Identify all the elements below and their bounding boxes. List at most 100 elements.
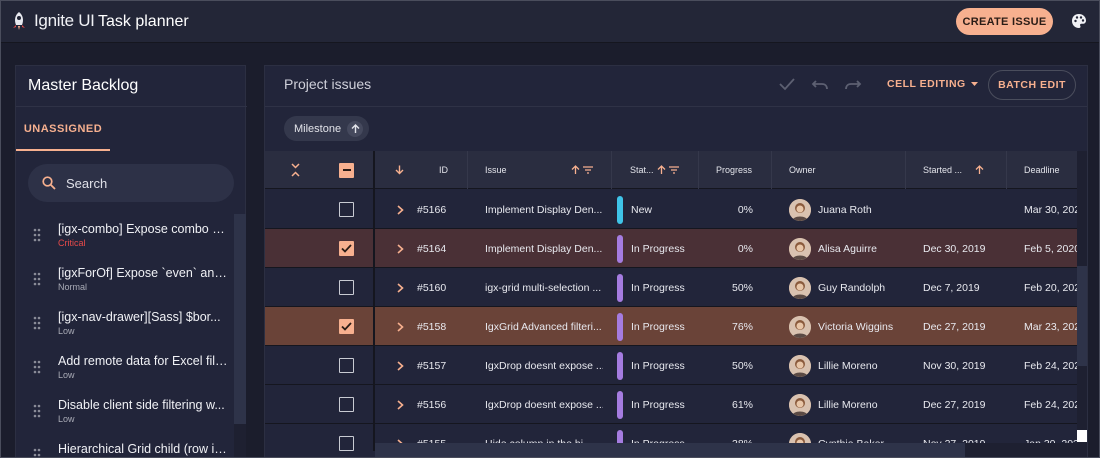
table-row[interactable]: #5156 IgxDrop doesnt expose ... In Progres… — [265, 385, 1077, 424]
row-checkbox[interactable] — [339, 424, 354, 451]
table-row[interactable]: #5164 Implement Display Den... In Progress… — [265, 229, 1077, 268]
sort-ascending-icon[interactable] — [347, 120, 364, 137]
column-header-started[interactable]: Started ... — [923, 151, 962, 189]
search-input[interactable]: Search — [28, 164, 234, 202]
backlog-item[interactable]: [igxForOf] Expose `even` and ... Normal — [16, 258, 235, 302]
collapse-all-icon[interactable] — [287, 151, 303, 189]
owner-cell[interactable]: Victoria Wiggins — [789, 307, 893, 346]
owner-cell[interactable]: Juana Roth — [789, 190, 872, 229]
drag-handle-icon[interactable] — [33, 228, 41, 242]
started-date[interactable]: Dec 27, 2019 — [923, 385, 985, 424]
owner-cell[interactable]: Lillie Moreno — [789, 346, 878, 385]
deadline-date[interactable]: Feb 24, 2020 — [1024, 346, 1077, 385]
progress-value[interactable]: 50% — [713, 346, 753, 385]
issue-title[interactable]: Implement Display Den... — [485, 229, 603, 268]
status-cell[interactable]: In Progress — [617, 229, 685, 268]
deadline-date[interactable]: Feb 24, 2020 — [1024, 385, 1077, 424]
column-header-id[interactable]: ID — [439, 151, 448, 189]
status-cell[interactable]: In Progress — [617, 268, 685, 307]
project-issues-panel: Project issues CELL EDITING BATCH EDIT M… — [264, 65, 1088, 457]
status-cell[interactable]: In Progress — [617, 307, 685, 346]
issue-title[interactable]: Implement Display Den... — [485, 190, 603, 229]
status-cell[interactable]: New — [617, 190, 652, 229]
expand-row-icon[interactable] — [397, 229, 404, 268]
grid-header: ID Issue Stat... Progress Owner Started … — [265, 151, 1077, 189]
started-date[interactable]: Dec 30, 2019 — [923, 229, 985, 268]
drag-handle-icon[interactable] — [33, 360, 41, 374]
deadline-date[interactable]: Feb 5, 2020 — [1024, 229, 1077, 268]
table-row[interactable]: #5158 IgxGrid Advanced filteri... In Progr… — [265, 307, 1077, 346]
select-all-checkbox[interactable] — [339, 151, 355, 189]
expand-row-icon[interactable] — [397, 190, 404, 229]
expand-row-icon[interactable] — [397, 268, 404, 307]
issue-title[interactable]: IgxGrid Advanced filteri... — [485, 307, 603, 346]
undo-icon[interactable] — [811, 77, 829, 91]
create-issue-button[interactable]: CREATE ISSUE — [956, 8, 1053, 35]
group-by-chip[interactable]: Milestone — [284, 116, 370, 141]
backlog-item[interactable]: [igx-nav-drawer][Sass] $bor... Low — [16, 302, 235, 346]
deadline-date[interactable]: Feb 20, 2020 — [1024, 268, 1077, 307]
started-sort-icon[interactable] — [975, 151, 984, 189]
drag-handle-icon[interactable] — [33, 272, 41, 286]
expand-sort-icon[interactable] — [395, 151, 404, 189]
progress-value[interactable]: 50% — [713, 268, 753, 307]
table-row[interactable]: #5157 IgxDrop doesnt expose ... In Progres… — [265, 346, 1077, 385]
expand-row-icon[interactable] — [397, 385, 404, 424]
backlog-item[interactable]: [igx-combo] Expose combo o... Critical — [16, 214, 235, 258]
check-icon[interactable] — [778, 77, 796, 91]
column-header-owner[interactable]: Owner — [789, 151, 816, 189]
backlog-scrollbar-thumb[interactable] — [234, 214, 246, 424]
progress-value[interactable]: 0% — [713, 190, 753, 229]
deadline-date[interactable]: Mar 23, 202 — [1024, 307, 1077, 346]
cell-editing-dropdown[interactable]: CELL EDITING — [887, 78, 978, 90]
row-checkbox[interactable] — [339, 346, 354, 385]
backlog-item[interactable]: Add remote data for Excel filt... Low — [16, 346, 235, 390]
grid-vertical-scrollbar-thumb[interactable] — [1077, 266, 1087, 366]
row-checkbox[interactable] — [339, 190, 354, 229]
row-checkbox[interactable] — [339, 385, 354, 424]
owner-name: Lillie Moreno — [818, 398, 878, 411]
started-date[interactable]: Dec 7, 2019 — [923, 268, 980, 307]
started-date[interactable]: Nov 30, 2019 — [923, 346, 985, 385]
backlog-item[interactable]: Disable client side filtering w... Low — [16, 390, 235, 434]
issue-title[interactable]: igx-grid multi-selection ... — [485, 268, 603, 307]
issue-id: #5157 — [417, 359, 447, 372]
owner-cell[interactable]: Guy Randolph — [789, 268, 885, 307]
redo-icon[interactable] — [844, 77, 862, 91]
expand-row-icon[interactable] — [397, 307, 404, 346]
progress-value[interactable]: 61% — [713, 385, 753, 424]
backlog-item[interactable]: Hierarchical Grid child (row is...High — [16, 434, 235, 458]
drag-handle-icon[interactable] — [33, 448, 41, 458]
column-header-status[interactable]: Stat... — [630, 151, 654, 189]
row-checkbox[interactable] — [339, 229, 354, 268]
status-cell[interactable]: In Progress — [617, 346, 685, 385]
column-header-issue[interactable]: Issue — [485, 151, 507, 189]
avatar — [789, 315, 811, 338]
owner-cell[interactable]: Lillie Moreno — [789, 385, 878, 424]
table-row[interactable]: #5166 Implement Display Den... New 0% Juana … — [265, 190, 1077, 229]
row-checkbox[interactable] — [339, 268, 354, 307]
drag-handle-icon[interactable] — [33, 316, 41, 330]
status-sort-filter-icon[interactable] — [657, 151, 679, 189]
brand-name: Ignite UI — [34, 11, 95, 30]
column-header-progress[interactable]: Progress — [716, 151, 752, 189]
tab-unassigned[interactable]: UNASSIGNED — [16, 108, 110, 151]
issue-sort-filter-icon[interactable] — [571, 151, 593, 189]
palette-icon[interactable] — [1071, 13, 1087, 29]
table-row[interactable]: #5160 igx-grid multi-selection ... In Prog… — [265, 268, 1077, 307]
batch-edit-button[interactable]: BATCH EDIT — [988, 70, 1076, 100]
progress-value[interactable]: 76% — [713, 307, 753, 346]
deadline-date[interactable]: Mar 30, 202 — [1024, 190, 1077, 229]
backlog-item-priority: Low — [58, 414, 75, 424]
started-date[interactable]: Dec 27, 2019 — [923, 307, 985, 346]
row-checkbox[interactable] — [339, 307, 354, 346]
issue-title[interactable]: IgxDrop doesnt expose ... — [485, 385, 603, 424]
issue-title[interactable]: IgxDrop doesnt expose ... — [485, 346, 603, 385]
grid-horizontal-scrollbar-thumb[interactable] — [375, 443, 965, 457]
owner-cell[interactable]: Alisa Aguirre — [789, 229, 877, 268]
column-header-deadline[interactable]: Deadline — [1024, 151, 1060, 189]
progress-value[interactable]: 0% — [713, 229, 753, 268]
expand-row-icon[interactable] — [397, 346, 404, 385]
drag-handle-icon[interactable] — [33, 404, 41, 418]
status-cell[interactable]: In Progress — [617, 385, 685, 424]
